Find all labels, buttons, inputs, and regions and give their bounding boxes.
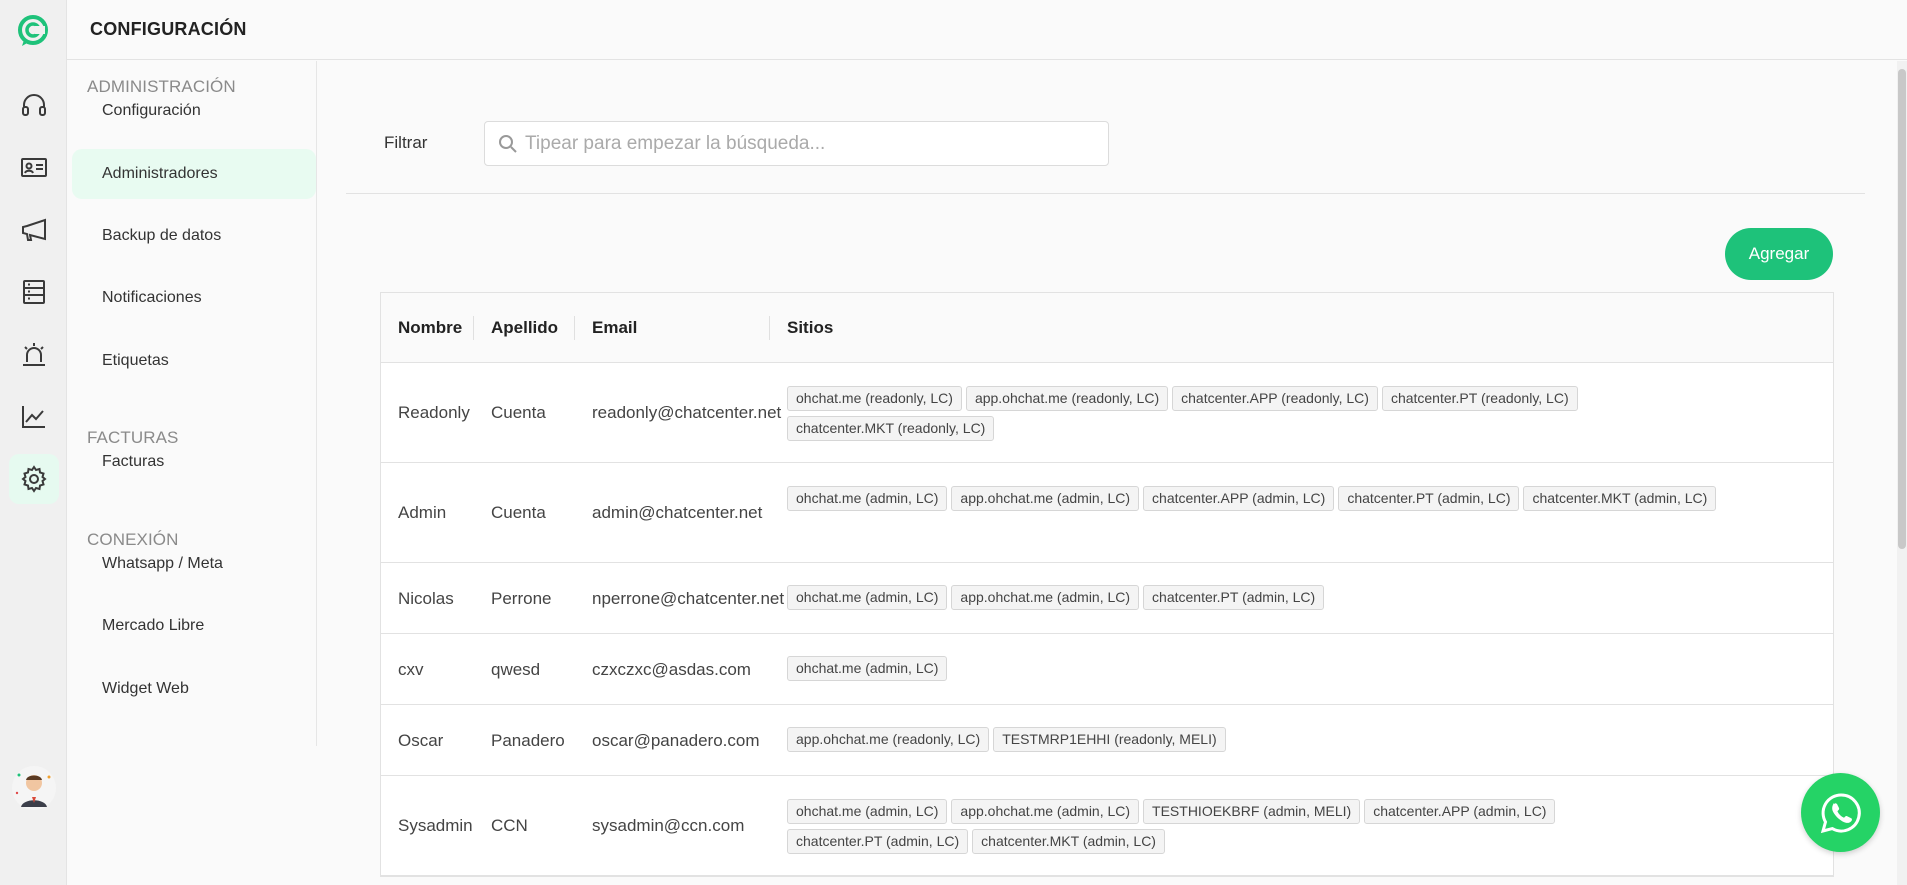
top-bar: CONFIGURACIÓN: [67, 0, 1907, 60]
sitios-tags: app.ohchat.me (readonly, LC) TESTMRP1EHHI…: [787, 727, 1727, 752]
table-row[interactable]: Oscar Panadero oscar@panadero.com app.oh…: [381, 705, 1833, 776]
sidebar-item-whatsapp[interactable]: Whatsapp / Meta: [72, 539, 316, 589]
cell-email: oscar@panadero.com: [592, 731, 760, 750]
search-icon: [499, 135, 517, 153]
sitios-tags: ohchat.me (readonly, LC) app.ohchat.me (r…: [787, 386, 1727, 441]
page-title: CONFIGURACIÓN: [90, 19, 247, 39]
whatsapp-icon: [1820, 792, 1861, 833]
sidebar-item-facturas[interactable]: Facturas: [72, 437, 316, 487]
search-input[interactable]: [525, 122, 1100, 165]
gear-icon[interactable]: [9, 454, 59, 504]
cell-nombre: Readonly: [398, 403, 470, 422]
site-tag: chatcenter.APP (admin, LC): [1143, 486, 1335, 511]
column-separator: [574, 316, 575, 340]
site-tag: chatcenter.MKT (admin, LC): [972, 829, 1165, 854]
site-tag: ohchat.me (readonly, LC): [787, 386, 962, 411]
search-box[interactable]: [484, 121, 1109, 166]
column-separator: [473, 316, 474, 340]
cell-email: readonly@chatcenter.net: [592, 403, 782, 422]
site-tag: chatcenter.MKT (admin, LC): [1523, 486, 1717, 511]
cell-apellido: Panadero: [491, 731, 565, 750]
site-tag: chatcenter.PT (admin, LC): [1143, 585, 1325, 610]
cell-nombre: Oscar: [398, 731, 444, 750]
sidebar-item-configuracion[interactable]: Configuración: [72, 86, 316, 136]
site-tag: app.ohchat.me (readonly, LC): [787, 727, 990, 752]
cell-nombre: Sysadmin: [398, 816, 473, 835]
site-tag: ohchat.me (admin, LC): [787, 486, 948, 511]
table-header: Nombre Apellido Email Sitios: [381, 293, 1833, 363]
site-tag: chatcenter.APP (admin, LC): [1364, 799, 1556, 824]
site-tag: chatcenter.PT (readonly, LC): [1381, 386, 1578, 411]
chatcenter-logo-icon[interactable]: [16, 14, 50, 48]
contact-card-icon[interactable]: [9, 142, 59, 192]
cell-apellido: Perrone: [491, 589, 552, 608]
sidebar-item-backup[interactable]: Backup de datos: [72, 211, 316, 261]
column-separator: [769, 316, 770, 340]
site-tag: chatcenter.MKT (readonly, LC): [787, 416, 995, 441]
column-header-nombre[interactable]: Nombre: [398, 293, 462, 363]
administrators-table: Nombre Apellido Email Sitios Readonly Cu…: [380, 292, 1834, 877]
table-row[interactable]: cxv qwesd czxczxc@asdas.com ohchat.me (a…: [381, 634, 1833, 705]
chart-line-icon[interactable]: [9, 391, 59, 441]
sidebar-item-administradores[interactable]: Administradores: [72, 149, 316, 199]
scrollbar-thumb[interactable]: [1898, 69, 1906, 549]
page-scrollbar[interactable]: [1897, 61, 1907, 885]
cell-email: sysadmin@ccn.com: [592, 816, 745, 835]
site-tag: app.ohchat.me (readonly, LC): [965, 386, 1169, 411]
cell-apellido: Cuenta: [491, 403, 546, 422]
settings-sidebar: ADMINISTRACIÓN Configuración Administrad…: [67, 61, 317, 746]
cell-email: admin@chatcenter.net: [592, 503, 763, 522]
cell-nombre: Admin: [398, 503, 447, 522]
site-tag: chatcenter.APP (readonly, LC): [1172, 386, 1378, 411]
alarm-icon[interactable]: [9, 329, 59, 379]
site-tag: chatcenter.PT (admin, LC): [787, 829, 969, 854]
table-row[interactable]: Sysadmin CCN sysadmin@ccn.com ohchat.me …: [381, 776, 1833, 876]
sidebar-item-notificaciones[interactable]: Notificaciones: [72, 273, 316, 323]
sitios-tags: ohchat.me (admin, LC) app.ohchat.me (admi…: [787, 585, 1727, 610]
user-avatar[interactable]: [9, 763, 59, 813]
megaphone-icon[interactable]: [9, 204, 59, 254]
site-tag: TESTHIOEKBRF (admin, MELI): [1143, 799, 1361, 824]
table-row[interactable]: Readonly Cuenta readonly@chatcenter.net …: [381, 363, 1833, 463]
cell-apellido: CCN: [491, 816, 528, 835]
sitios-tags: ohchat.me (admin, LC) app.ohchat.me (admi…: [787, 799, 1727, 854]
divider: [346, 193, 1865, 194]
cell-email: nperrone@chatcenter.net: [592, 589, 785, 608]
server-icon[interactable]: [9, 267, 59, 317]
sidebar-item-widget-web[interactable]: Widget Web: [72, 664, 316, 714]
table-row[interactable]: Nicolas Perrone nperrone@chatcenter.net …: [381, 563, 1833, 634]
cell-email: czxczxc@asdas.com: [592, 660, 751, 679]
site-tag: ohchat.me (admin, LC): [787, 656, 948, 681]
cell-nombre: Nicolas: [398, 589, 454, 608]
site-tag: app.ohchat.me (admin, LC): [951, 585, 1140, 610]
site-tag: app.ohchat.me (admin, LC): [951, 799, 1140, 824]
headset-icon[interactable]: [9, 80, 59, 130]
cell-nombre: cxv: [398, 660, 424, 679]
whatsapp-button[interactable]: [1801, 773, 1880, 852]
site-tag: TESTMRP1EHHI (readonly, MELI): [993, 727, 1226, 752]
column-header-sitios[interactable]: Sitios: [787, 293, 833, 363]
cell-apellido: Cuenta: [491, 503, 546, 522]
site-tag: ohchat.me (admin, LC): [787, 799, 948, 824]
sitios-tags: ohchat.me (admin, LC): [787, 656, 1727, 681]
table-row[interactable]: Admin Cuenta admin@chatcenter.net ohchat…: [381, 463, 1833, 563]
site-tag: chatcenter.PT (admin, LC): [1338, 486, 1520, 511]
site-tag: ohchat.me (admin, LC): [787, 585, 948, 610]
main-content: Filtrar Agregar Nombre Apellido Email Si…: [318, 61, 1907, 885]
cell-apellido: qwesd: [491, 660, 541, 679]
filter-label: Filtrar: [384, 133, 428, 152]
add-button[interactable]: Agregar: [1725, 228, 1833, 280]
icon-rail: [0, 0, 67, 885]
site-tag: app.ohchat.me (admin, LC): [951, 486, 1140, 511]
sidebar-item-etiquetas[interactable]: Etiquetas: [72, 336, 316, 386]
column-header-email[interactable]: Email: [592, 293, 637, 363]
sidebar-item-mercado-libre[interactable]: Mercado Libre: [72, 601, 316, 651]
sitios-tags: ohchat.me (admin, LC) app.ohchat.me (admi…: [787, 486, 1727, 511]
column-header-apellido[interactable]: Apellido: [491, 293, 558, 363]
